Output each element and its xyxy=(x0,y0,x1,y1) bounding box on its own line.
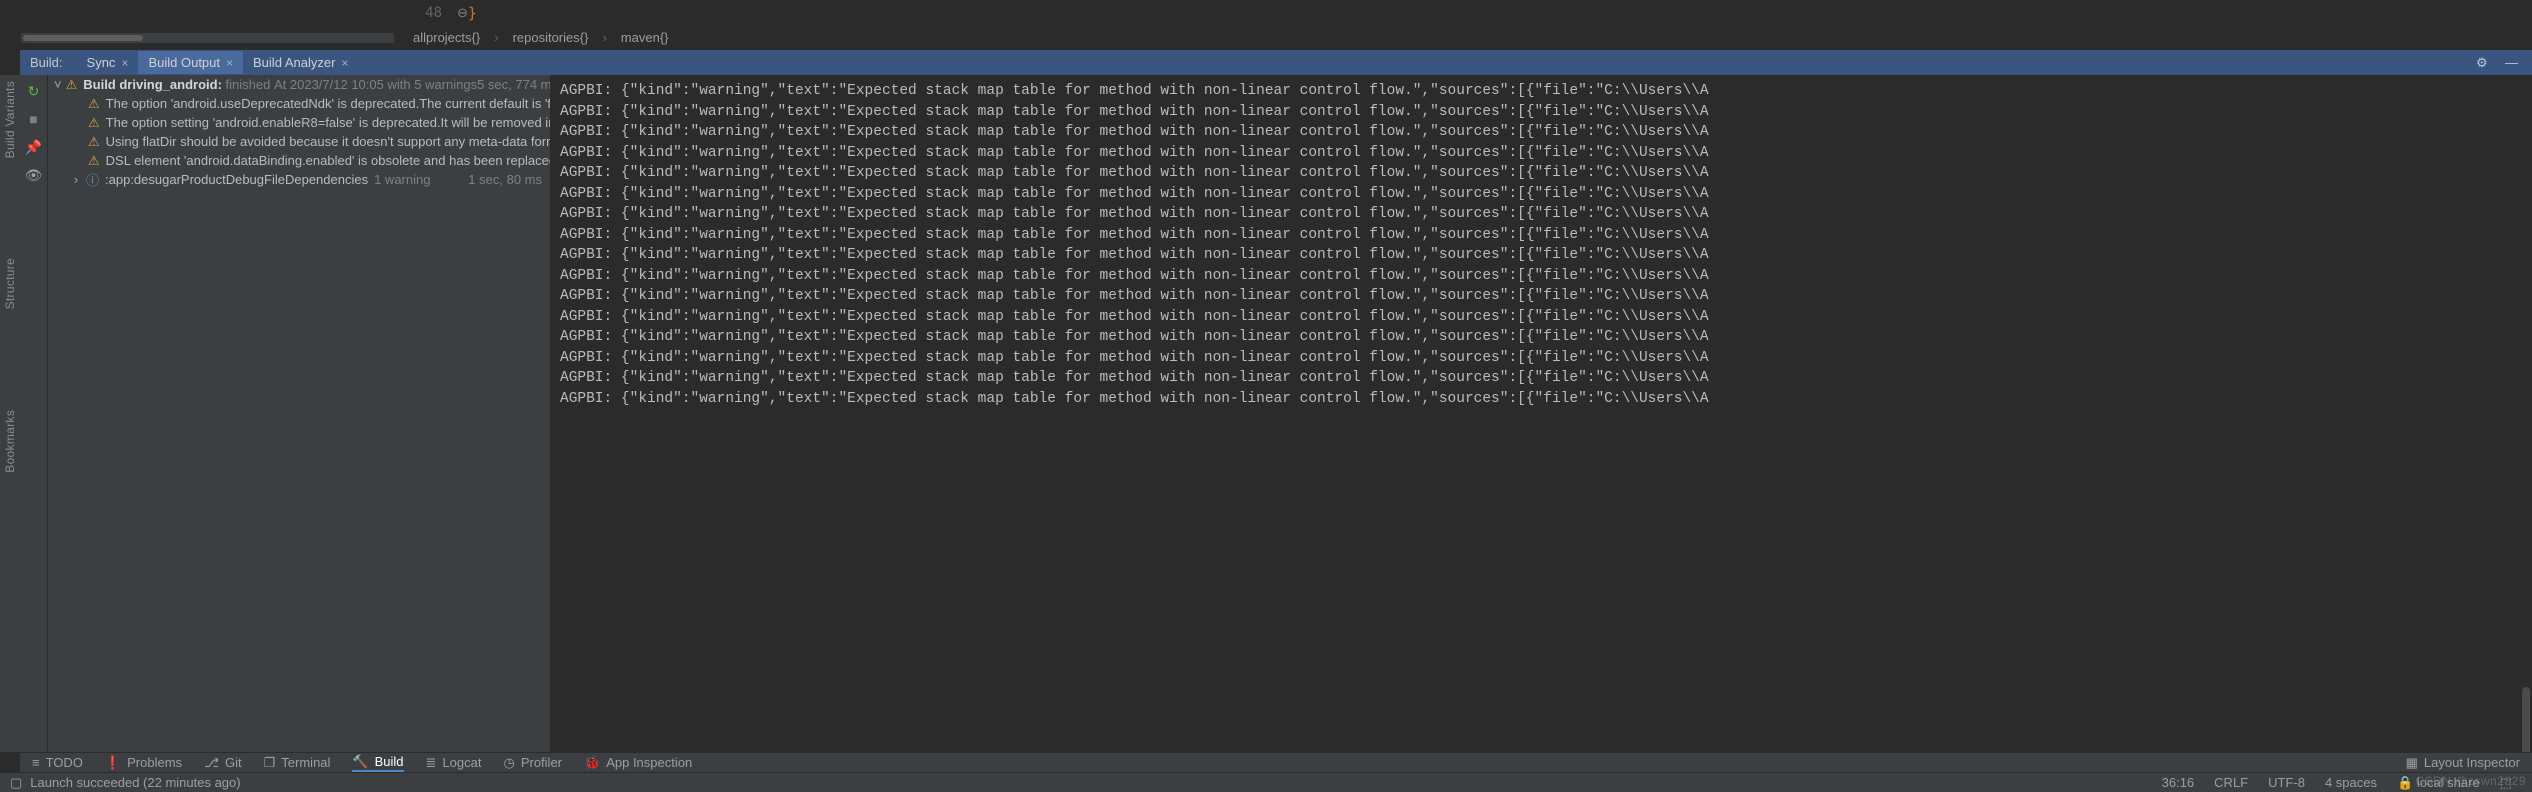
stripe-structure[interactable]: Structure xyxy=(3,258,17,309)
tab-problems[interactable]: ❗Problems xyxy=(105,755,182,771)
fold-marker-icon[interactable]: ⊖ xyxy=(457,5,468,21)
warning-text: DSL element 'android.dataBinding.enabled… xyxy=(106,153,550,168)
console-output[interactable]: AGPBI: {"kind":"warning","text":"Expecte… xyxy=(550,75,2532,762)
chevron-right-icon[interactable]: › xyxy=(70,172,82,187)
warning-icon: ⚠ xyxy=(88,115,100,131)
code-brace: } xyxy=(468,4,477,22)
scrollbar-vertical[interactable] xyxy=(2520,80,2530,762)
warning-icon: ⚠ xyxy=(88,96,100,112)
logcat-icon: ≣ xyxy=(426,755,437,771)
tree-warning[interactable]: ⚠ The option setting 'android.enableR8=f… xyxy=(48,113,550,132)
tree-warning[interactable]: ⚠ DSL element 'android.dataBinding.enabl… xyxy=(48,151,550,170)
watermark: CSDN @zswn2829 xyxy=(2415,774,2526,788)
list-icon: ≡ xyxy=(32,755,40,770)
minimize-icon[interactable]: — xyxy=(2505,55,2520,70)
warning-count: 1 warning xyxy=(374,172,430,187)
task-time: 5 sec, 774 ms xyxy=(477,77,550,92)
warning-icon: ⚠ xyxy=(88,153,100,169)
tree-root[interactable]: ˅ ⚠ Build driving_android: finished At 2… xyxy=(48,75,550,94)
tree-warning[interactable]: ⚠ Using flatDir should be avoided becaus… xyxy=(48,132,550,151)
breadcrumb: allprojects{} › repositories{} › maven{} xyxy=(397,25,2532,50)
tool-label: Build: xyxy=(30,55,63,70)
tab-build-analyzer[interactable]: Build Analyzer × xyxy=(243,51,358,74)
task-name: :app:desugarProductDebugFileDependencies xyxy=(105,172,368,187)
tab-label: Sync xyxy=(87,55,116,70)
task-time: 1 sec, 80 ms xyxy=(468,172,550,187)
warning-text: Using flatDir should be avoided because … xyxy=(106,134,550,149)
chevron-down-icon[interactable]: ˅ xyxy=(54,77,62,92)
stripe-bookmarks[interactable]: Bookmarks xyxy=(3,410,17,473)
tree-warning[interactable]: ⚠ The option 'android.useDeprecatedNdk' … xyxy=(48,94,550,113)
task-status: finished xyxy=(222,77,274,92)
tab-build-output[interactable]: Build Output × xyxy=(138,51,243,74)
profiler-icon: ◷ xyxy=(503,755,514,771)
stop-icon[interactable]: ■ xyxy=(26,111,42,127)
pin-icon[interactable]: 📌 xyxy=(26,139,42,155)
tab-todo[interactable]: ≡TODO xyxy=(32,755,83,770)
terminal-icon: ❐ xyxy=(264,755,276,771)
task-stamp: At 2023/7/12 10:05 with 5 warnings xyxy=(274,77,477,92)
tool-stripe-left: Build Variants Structure Bookmarks xyxy=(0,75,20,752)
editor-line: 48 ⊖ } xyxy=(397,0,2532,25)
warning-text: The option setting 'android.enableR8=fal… xyxy=(106,115,550,130)
build-tree: ˅ ⚠ Build driving_android: finished At 2… xyxy=(48,75,550,772)
build-gutter: ↻ ■ 📌 👁 xyxy=(20,75,48,752)
line-number: 48 xyxy=(397,5,457,21)
line-separator[interactable]: CRLF xyxy=(2214,775,2248,790)
tab-git[interactable]: ⎇Git xyxy=(204,755,242,771)
view-icon[interactable]: 👁 xyxy=(26,167,42,183)
warning-icon: ⚠ xyxy=(88,134,100,150)
tab-profiler[interactable]: ◷Profiler xyxy=(503,755,562,771)
breadcrumb-item[interactable]: maven{} xyxy=(621,30,669,45)
bulb-icon: ❗ xyxy=(105,755,121,771)
caret-position[interactable]: 36:16 xyxy=(2162,775,2195,790)
hammer-icon: 🔨 xyxy=(352,754,368,770)
build-tool-tabs: Build: Sync × Build Output × Build Analy… xyxy=(20,50,2532,75)
bottom-tool-bar: ≡TODO ❗Problems ⎇Git ❐Terminal 🔨Build ≣L… xyxy=(20,752,2532,772)
close-icon[interactable]: × xyxy=(226,56,233,70)
window-icon[interactable]: ▢ xyxy=(10,775,22,791)
close-icon[interactable]: × xyxy=(341,56,348,70)
tab-terminal[interactable]: ❐Terminal xyxy=(264,755,331,771)
task-title: Build driving_android: xyxy=(83,77,222,92)
gear-icon[interactable]: ⚙ xyxy=(2476,55,2491,70)
status-message: Launch succeeded (22 minutes ago) xyxy=(30,775,240,790)
tab-sync[interactable]: Sync × xyxy=(77,51,139,74)
scrollbar-horizontal[interactable] xyxy=(20,32,395,44)
tab-app-inspection[interactable]: 🐞App Inspection xyxy=(584,755,692,771)
warning-icon: ⚠ xyxy=(66,77,78,93)
warning-text: The option 'android.useDeprecatedNdk' is… xyxy=(106,96,550,111)
tab-build[interactable]: 🔨Build xyxy=(352,753,403,772)
stripe-build-variants[interactable]: Build Variants xyxy=(3,81,17,158)
inspect-icon: 🐞 xyxy=(584,755,600,771)
git-icon: ⎇ xyxy=(204,755,219,771)
chevron-right-icon: › xyxy=(602,30,606,45)
breadcrumb-item[interactable]: repositories{} xyxy=(513,30,589,45)
tab-layout-inspector[interactable]: ▦Layout Inspector xyxy=(2406,755,2520,771)
tab-label: Build Analyzer xyxy=(253,55,335,70)
tab-logcat[interactable]: ≣Logcat xyxy=(426,755,482,771)
tab-label: Build Output xyxy=(148,55,220,70)
breadcrumb-item[interactable]: allprojects{} xyxy=(413,30,480,45)
chevron-right-icon: › xyxy=(494,30,498,45)
layout-icon: ▦ xyxy=(2406,755,2418,771)
rerun-icon[interactable]: ↻ xyxy=(26,83,42,99)
file-encoding[interactable]: UTF-8 xyxy=(2268,775,2305,790)
tree-task[interactable]: › ⓘ :app:desugarProductDebugFileDependen… xyxy=(48,170,550,189)
status-bar: ▢ Launch succeeded (22 minutes ago) 36:1… xyxy=(0,772,2532,792)
indent-setting[interactable]: 4 spaces xyxy=(2325,775,2377,790)
close-icon[interactable]: × xyxy=(121,56,128,70)
info-icon: ⓘ xyxy=(86,170,99,189)
